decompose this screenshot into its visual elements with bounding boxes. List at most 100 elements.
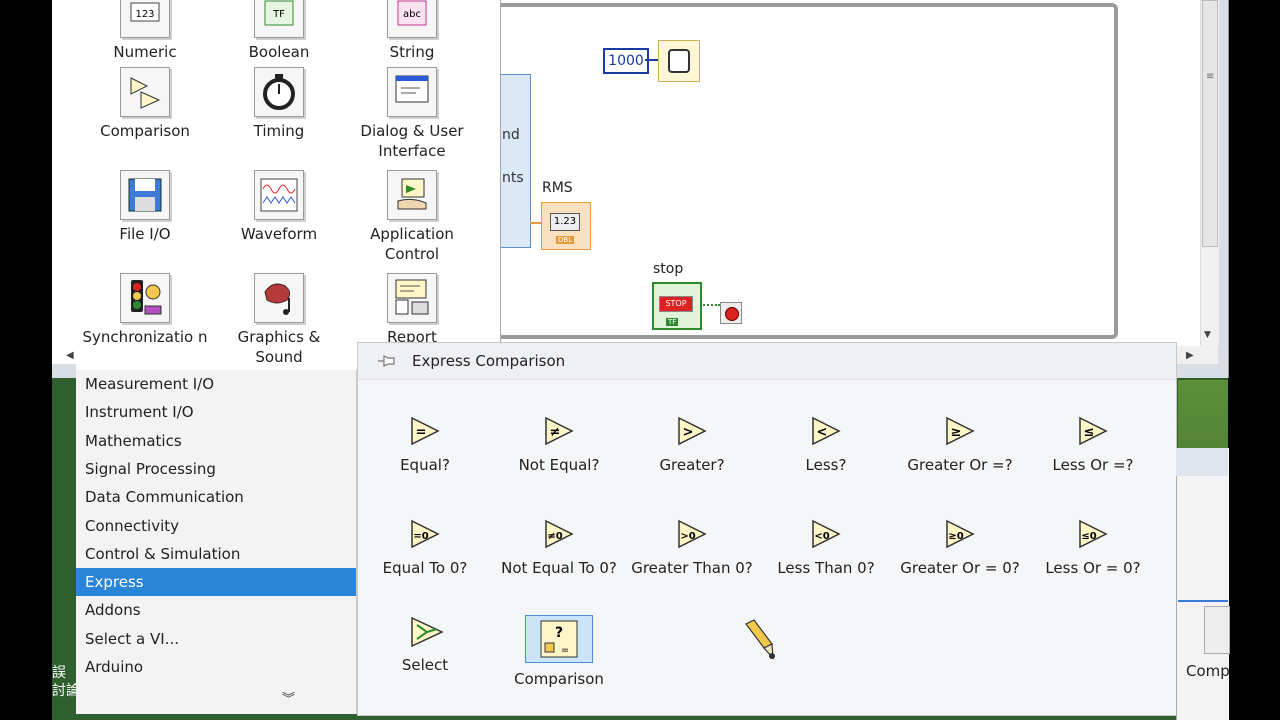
application-control-icon <box>387 170 437 220</box>
express-comparison-item[interactable]: ≤ Less Or =? <box>1026 415 1160 475</box>
background-item-label: Comp <box>1186 662 1230 680</box>
comparison-operator-icon: ≥0 <box>944 518 976 550</box>
chevron-double-down-icon[interactable]: ︾ <box>282 688 295 707</box>
comparison-operator-icon: ≤ <box>1077 415 1109 447</box>
comparison-operator-icon: >0 <box>676 518 708 550</box>
express-item-label: Not Equal To 0? <box>501 559 617 577</box>
express-comparison-item[interactable]: < Less? <box>759 415 893 475</box>
category-item[interactable]: Instrument I/O <box>76 398 356 426</box>
horizontal-scrollbar-end[interactable] <box>1176 346 1218 364</box>
express-comparison-item[interactable]: =0 Equal To 0? <box>358 518 492 578</box>
express-comparison-item[interactable]: ≠ Not Equal? <box>492 415 626 475</box>
palette-item-label: Synchronizatio n <box>82 328 208 346</box>
svg-text:=: = <box>416 425 427 440</box>
category-item[interactable]: Connectivity <box>76 512 356 540</box>
svg-text:=: = <box>561 645 569 656</box>
desktop-text: 誤 討論 <box>52 665 80 699</box>
palette-item[interactable]: Application Control <box>347 170 477 264</box>
comparison-icon[interactable] <box>1204 606 1230 654</box>
traffic-light-icon <box>120 273 170 323</box>
palette-item[interactable]: abc String <box>347 0 477 62</box>
category-item[interactable]: Mathematics <box>76 427 356 455</box>
category-item[interactable]: Arduino <box>76 653 356 681</box>
express-item-label: Less? <box>805 456 847 474</box>
palette-item-label: Numeric <box>113 43 177 61</box>
report-icon <box>387 273 437 323</box>
palette-item[interactable]: File I/O <box>80 170 210 244</box>
express-comparison-item[interactable]: ≥ Greater Or =? <box>893 415 1027 475</box>
indicator-value: 1.23 <box>550 213 580 231</box>
category-item[interactable]: Measurement I/O <box>76 370 356 398</box>
express-comparison-item[interactable]: ≠0 Not Equal To 0? <box>492 518 626 578</box>
palette-item[interactable]: Synchronizatio n <box>80 273 210 347</box>
scrollbar-thumb[interactable]: ≡ <box>1202 0 1218 247</box>
category-item[interactable]: Addons <box>76 596 356 624</box>
palette-item[interactable]: Graphics & Sound <box>214 273 344 367</box>
pin-icon[interactable] <box>376 352 398 370</box>
scroll-right-arrow-icon[interactable]: ▶ <box>1186 350 1194 361</box>
express-item-label: Not Equal? <box>518 456 600 474</box>
category-item[interactable]: Express <box>76 568 356 597</box>
comparison-express-icon: ? = <box>525 615 593 663</box>
category-item[interactable]: Select a VI... <box>76 625 356 653</box>
loop-condition-terminal[interactable] <box>720 302 742 324</box>
comparison-operator-icon: <0 <box>810 518 842 550</box>
svg-text:<0: <0 <box>814 531 829 542</box>
comparison-operator-icon: > <box>676 415 708 447</box>
express-comparison-item[interactable]: = Equal? <box>358 415 492 475</box>
express-comparison-item[interactable]: ? = Comparison <box>492 615 626 689</box>
palette-item[interactable]: TF Boolean <box>214 0 344 62</box>
express-comparison-item[interactable]: <0 Less Than 0? <box>759 518 893 578</box>
express-comparison-item[interactable]: > Greater? <box>625 415 759 475</box>
express-item-label: Greater Than 0? <box>631 559 753 577</box>
express-item-label: Equal? <box>400 456 450 474</box>
express-comparison-item[interactable]: ≤0 Less Or = 0? <box>1026 518 1160 578</box>
express-item-label: Greater Or =? <box>907 456 1013 474</box>
stop-label[interactable]: stop <box>653 261 683 277</box>
svg-text:≤0: ≤0 <box>1081 531 1096 542</box>
scroll-down-arrow-icon[interactable]: ▼ <box>1204 330 1211 340</box>
palette-item-label: Comparison <box>100 122 190 140</box>
stop-button-glyph: STOP <box>659 296 693 312</box>
palette-item-label: Graphics & Sound <box>237 328 321 366</box>
palette-item-label: Dialog & User Interface <box>360 122 464 160</box>
node-label-1: nd <box>502 127 520 143</box>
while-loop-structure[interactable] <box>500 3 1118 339</box>
category-item[interactable]: Control & Simulation <box>76 540 356 568</box>
palette-item[interactable]: Waveform <box>214 170 344 244</box>
wire <box>700 304 720 306</box>
subpalette-header: Express Comparison <box>358 343 1176 380</box>
express-comparison-item[interactable]: >0 Greater Than 0? <box>625 518 759 578</box>
svg-text:≤: ≤ <box>1084 425 1095 440</box>
pencil-cursor-icon <box>742 618 778 664</box>
stop-control-terminal[interactable]: STOP TF <box>652 282 702 330</box>
palette-item[interactable]: Report <box>347 273 477 347</box>
svg-text:abc: abc <box>403 9 421 20</box>
express-comparison-item[interactable]: ≥0 Greater Or = 0? <box>893 518 1027 578</box>
category-item[interactable]: Data Communication <box>76 483 356 511</box>
numeric-icon: 123 <box>120 0 170 38</box>
palette-item[interactable]: Timing <box>214 67 344 141</box>
svg-text:≥: ≥ <box>951 425 962 440</box>
scroll-left-arrow-icon[interactable]: ◀ <box>66 350 74 361</box>
numeric-constant[interactable]: 1000 <box>603 48 649 74</box>
palette-item-label: String <box>389 43 435 61</box>
express-item-label: Greater Or = 0? <box>900 559 1020 577</box>
palette-item-label: Timing <box>253 122 305 140</box>
rms-label[interactable]: RMS <box>542 180 573 196</box>
svg-text:≠: ≠ <box>550 425 561 440</box>
category-item[interactable]: Signal Processing <box>76 455 356 483</box>
express-item-label: Greater? <box>659 456 725 474</box>
palette-item-label: Application Control <box>370 225 454 263</box>
wait-ms-icon[interactable] <box>658 40 700 82</box>
palette-item[interactable]: Dialog & User Interface <box>347 67 477 161</box>
palette-category-list: Measurement I/O Instrument I/O Mathematics… <box>76 370 357 714</box>
palette-item-label: Boolean <box>248 43 310 61</box>
waveform-icon <box>254 170 304 220</box>
rms-indicator-terminal[interactable]: 1.23 DBL <box>541 202 591 250</box>
palette-item[interactable]: 123 Numeric <box>80 0 210 62</box>
palette-item[interactable]: Comparison <box>80 67 210 141</box>
express-vi-node[interactable]: nd nts <box>500 74 531 248</box>
floppy-disk-icon <box>120 170 170 220</box>
express-comparison-item[interactable]: Select <box>358 615 492 675</box>
